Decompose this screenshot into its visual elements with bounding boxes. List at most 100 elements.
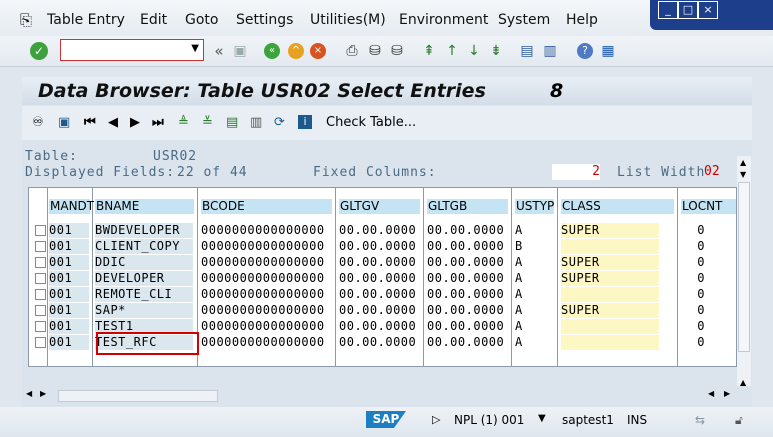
table-row[interactable]: 001 DEVELOPER 0000000000000000 00.00.0000 00… [29, 271, 736, 287]
print-icon[interactable]: ⎙ [343, 42, 361, 60]
restore-button[interactable]: □ [678, 1, 698, 19]
last-page-icon[interactable]: ⇟ [487, 42, 505, 60]
table-name-value: USR02 [153, 149, 198, 164]
menu-help[interactable]: Help [566, 12, 598, 28]
display-glasses-icon[interactable]: ♾ [32, 115, 44, 131]
horizontal-scrollbar[interactable]: ◀ ▶ ◀ ▶ [22, 386, 752, 406]
collapse-toolbar-icon[interactable]: « [210, 42, 228, 60]
row-select-checkbox[interactable] [35, 289, 46, 300]
row-select-checkbox[interactable] [35, 337, 46, 348]
table-row[interactable]: 001 CLIENT_COPY 0000000000000000 00.00.0000… [29, 239, 736, 255]
cell-ustyp: B [515, 239, 523, 253]
menu-table-entry[interactable]: Table Entry [47, 12, 125, 28]
status-expand-icon[interactable]: ▷ [432, 413, 440, 426]
cell-locnt: 0 [687, 255, 705, 270]
close-button[interactable]: × [698, 1, 718, 19]
back-arrow-icon[interactable]: « [264, 43, 280, 59]
cell-bname: REMOTE_CLI [95, 287, 193, 302]
minimize-button[interactable]: _ [658, 1, 678, 19]
command-input[interactable] [61, 40, 185, 60]
sap-menu-icon[interactable]: ⎘ [20, 11, 32, 29]
column-header-gltgv[interactable]: GLTGV [339, 199, 420, 214]
cell-gltgb: 00.00.0000 [427, 335, 505, 349]
scroll-thumb[interactable] [738, 182, 750, 352]
find-icon[interactable]: ⛁ [366, 42, 384, 60]
first-page-icon[interactable]: ⇞ [420, 42, 438, 60]
next-entry-icon[interactable]: ▶ [130, 115, 140, 131]
help-icon[interactable]: ? [577, 43, 593, 59]
table-row[interactable]: 001 BWDEVELOPER 0000000000000000 00.00.0000… [29, 223, 736, 239]
row-select-checkbox[interactable] [35, 241, 46, 252]
details-icon[interactable]: ▣ [58, 115, 70, 131]
sort-ascending-icon[interactable]: ≜ [178, 115, 189, 131]
export-icon[interactable]: ▥ [250, 115, 262, 131]
info-icon[interactable]: i [298, 115, 312, 129]
cell-bname: BWDEVELOPER [95, 223, 193, 238]
previous-entry-icon[interactable]: ◀ [108, 115, 118, 131]
column-header-mandt[interactable]: MANDT [49, 199, 94, 214]
save-icon[interactable]: ▣ [231, 42, 249, 60]
cell-bname: SAP* [95, 303, 193, 318]
table-row[interactable]: 001 DDIC 0000000000000000 00.00.0000 00.00.0… [29, 255, 736, 271]
insert-mode[interactable]: INS [627, 413, 647, 427]
table-row[interactable]: 001 REMOTE_CLI 0000000000000000 00.00.0000 0… [29, 287, 736, 303]
scroll-thumb[interactable] [58, 390, 218, 402]
cell-bcode: 0000000000000000 [201, 335, 325, 349]
scroll-left-icon[interactable]: ◀ [26, 389, 32, 398]
next-page-icon[interactable]: ↓ [465, 42, 483, 60]
sort-descending-icon[interactable]: ≚ [202, 115, 213, 131]
exit-icon[interactable]: ^ [288, 43, 304, 59]
menu-settings[interactable]: Settings [236, 12, 293, 28]
cell-gltgv: 00.00.0000 [339, 255, 417, 269]
scroll-down-icon[interactable]: ▼ [740, 170, 746, 179]
refresh-icon[interactable]: ⟳ [274, 115, 285, 131]
chevron-down-icon[interactable]: ▼ [538, 413, 546, 424]
cell-bcode: 0000000000000000 [201, 303, 325, 317]
previous-page-icon[interactable]: ↑ [443, 42, 461, 60]
cell-class [561, 319, 659, 334]
row-select-checkbox[interactable] [35, 257, 46, 268]
command-field[interactable]: ▼ [60, 39, 204, 61]
check-table-button[interactable]: Check Table... [326, 115, 416, 131]
vertical-scrollbar[interactable]: ▲ ▼ ▲ ▼ [737, 156, 751, 406]
cell-locnt: 0 [687, 271, 705, 286]
cell-mandt: 001 [49, 303, 89, 318]
row-select-checkbox[interactable] [35, 321, 46, 332]
shortcut-icon[interactable]: ▥ [541, 42, 559, 60]
row-select-checkbox[interactable] [35, 225, 46, 236]
menu-system[interactable]: System [498, 12, 550, 28]
row-select-checkbox[interactable] [35, 305, 46, 316]
menu-utilities[interactable]: Utilities(M) [310, 12, 386, 28]
scroll-left-icon[interactable]: ◀ [708, 389, 714, 398]
column-header-gltgb[interactable]: GLTGB [427, 199, 508, 214]
row-select-checkbox[interactable] [35, 273, 46, 284]
last-entry-icon[interactable]: ⏭ [152, 115, 164, 131]
content-area: Table: USR02 Displayed Fields: 22 of 44 … [22, 140, 752, 407]
cell-bcode: 0000000000000000 [201, 223, 325, 237]
new-session-icon[interactable]: ▤ [518, 42, 536, 60]
cell-bname: DEVELOPER [95, 271, 193, 286]
cell-class [561, 335, 659, 350]
find-next-icon[interactable]: ⛁ [388, 42, 406, 60]
cell-gltgv: 00.00.0000 [339, 271, 417, 285]
customize-layout-icon[interactable]: ▦ [599, 42, 617, 60]
scroll-right-icon[interactable]: ▶ [40, 389, 46, 398]
table-row[interactable]: 001 SAP* 0000000000000000 00.00.0000 00.00.0… [29, 303, 736, 319]
fixed-columns-input[interactable]: 2 [552, 164, 600, 180]
column-header-bname[interactable]: BNAME [95, 199, 194, 214]
column-header-ustyp[interactable]: USTYP [515, 199, 554, 214]
enter-check-icon[interactable]: ✓ [30, 42, 48, 60]
chevron-down-icon[interactable]: ▼ [191, 43, 199, 54]
column-header-class[interactable]: CLASS [561, 199, 674, 214]
cell-gltgb: 00.00.0000 [427, 303, 505, 317]
menu-goto[interactable]: Goto [185, 12, 218, 28]
first-entry-icon[interactable]: ⏮ [84, 115, 96, 131]
column-header-locnt[interactable]: LOCNT [681, 199, 736, 214]
column-header-bcode[interactable]: BCODE [201, 199, 332, 214]
scroll-up-icon[interactable]: ▲ [740, 158, 746, 167]
scroll-right-icon[interactable]: ▶ [724, 389, 730, 398]
cancel-icon[interactable]: × [310, 43, 326, 59]
menu-edit[interactable]: Edit [140, 12, 167, 28]
filter-icon[interactable]: ▤ [226, 115, 238, 131]
menu-environment[interactable]: Environment [399, 12, 488, 28]
